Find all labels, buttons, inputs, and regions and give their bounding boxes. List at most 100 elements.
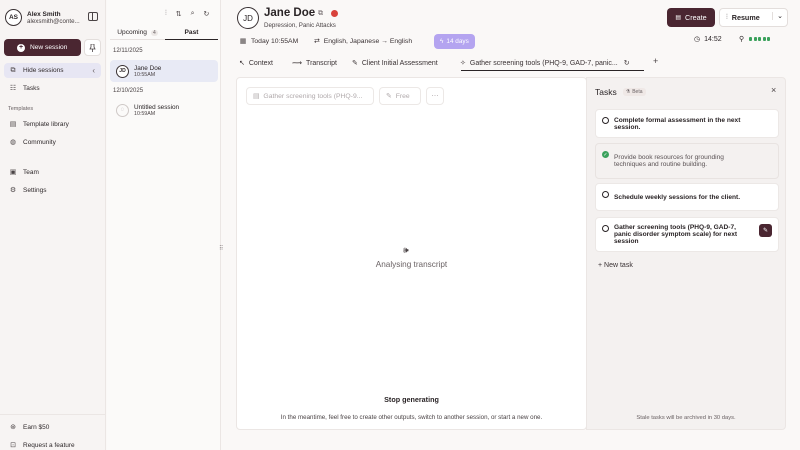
audio-wave-icon: 🕪 <box>403 245 409 255</box>
new-session-button[interactable]: + New session <box>4 39 81 56</box>
session-date-text: Today 10:55AM <box>251 37 299 45</box>
request-feature-link[interactable]: ⊡ Request a feature <box>4 438 101 450</box>
settings-label: Settings <box>23 187 47 194</box>
tab-gather-screening-tools[interactable]: ✧ Gather screening tools (PHQ-9, GAD-7, … <box>460 56 630 70</box>
session-item-untitled[interactable]: ◌ Untitled session 10:59AM <box>110 99 218 121</box>
session-placeholder-icon: ◌ <box>116 103 129 117</box>
community-label: Community <box>23 139 56 146</box>
user-email: alexsmith@conte... <box>27 17 80 25</box>
add-tab-icon[interactable]: + <box>653 56 658 66</box>
tab-context[interactable]: ↖ Context <box>239 56 273 70</box>
new-session-label: New session <box>30 44 68 51</box>
sessions-toolbar: ⫶ ⇅ ⌕ ↻ <box>165 10 209 18</box>
pencil-icon: ✎ <box>386 93 392 100</box>
main-area: JD Jane Doe ⧉ Depression, Panic Attacks … <box>222 0 800 450</box>
record-status-icon[interactable] <box>331 10 338 17</box>
close-icon[interactable]: × <box>771 85 776 95</box>
tab-upcoming[interactable]: Upcoming 4 <box>110 26 165 40</box>
task-item[interactable]: Gather screening tools (PHQ-9, GAD-7, pa… <box>595 217 779 252</box>
days-badge-text: 14 days <box>446 38 469 45</box>
task-text: Complete formal assessment in the next s… <box>614 116 741 131</box>
sidebar-item-template-library[interactable]: ▤ Template library <box>4 117 101 132</box>
context-icon: ↖ <box>239 60 245 67</box>
user-profile[interactable]: AS Alex Smith alexsmith@conte... <box>5 9 80 26</box>
tab-client-assessment-label: Client Initial Assessment <box>361 59 438 67</box>
stop-generating-button[interactable]: Stop generating <box>237 395 586 404</box>
pencil-icon: ✎ <box>352 60 358 67</box>
sort-icon[interactable]: ⇅ <box>176 10 182 18</box>
copy-icon[interactable]: ⧉ <box>318 10 323 18</box>
more-options-button[interactable]: ⋯ <box>426 87 444 105</box>
beta-badge: ⚗ Beta <box>622 88 646 96</box>
task-item[interactable]: Schedule weekly sessions for the client. <box>595 183 779 211</box>
mic-level-meter <box>749 37 771 41</box>
check-circle-icon[interactable]: ✓ <box>602 151 609 158</box>
language-selector[interactable]: ⇄ English, Japanese → English <box>314 37 413 46</box>
library-icon: ▤ <box>9 121 17 128</box>
tasks-label: Tasks <box>23 85 40 92</box>
divider <box>0 414 105 415</box>
task-item[interactable]: Complete formal assessment in the next s… <box>595 109 779 138</box>
tasks-title: Tasks <box>595 87 617 97</box>
template-selector[interactable]: ▤ Gather screening tools (PHQ-9... <box>246 87 374 105</box>
refresh-icon[interactable]: ↻ <box>204 10 210 18</box>
translate-icon: ⇄ <box>314 38 320 45</box>
patient-name: Jane Doe <box>264 7 316 19</box>
pin-button[interactable] <box>84 39 101 56</box>
sidebar-item-tasks[interactable]: ☷ Tasks <box>4 81 101 96</box>
new-task-button[interactable]: + New task <box>598 262 633 269</box>
task-item-completed[interactable]: ✓ Provide book resources for grounding t… <box>595 143 779 179</box>
chevron-left-icon: ‹ <box>92 66 95 75</box>
days-badge[interactable]: ϟ 14 days <box>434 34 475 49</box>
more-icon: ⋯ <box>431 93 439 100</box>
team-icon: ▣ <box>9 169 17 176</box>
task-checkbox[interactable] <box>602 225 609 232</box>
tasks-header: Tasks ⚗ Beta <box>595 87 646 97</box>
microphone-level[interactable]: ⚲ <box>739 35 771 43</box>
tab-screening-label: Gather screening tools (PHQ-9, GAD-7, pa… <box>469 59 618 67</box>
create-button[interactable]: ▤ Create <box>667 8 715 27</box>
session-date: ▦ Today 10:55AM <box>239 37 299 45</box>
generation-hint: In the meantime, feel free to create oth… <box>280 414 543 421</box>
document-icon: ▤ <box>675 15 682 21</box>
tab-transcript[interactable]: ⟿ Transcript <box>292 56 337 70</box>
style-selector[interactable]: ✎ Free <box>379 87 421 105</box>
chevron-down-icon[interactable]: ⌄ <box>772 12 783 20</box>
refresh-icon: ↻ <box>623 60 630 67</box>
patient-avatar: JD <box>237 7 259 29</box>
session-avatar: JD <box>116 64 129 78</box>
tab-past[interactable]: Past <box>165 26 218 40</box>
tab-client-initial-assessment[interactable]: ✎ Client Initial Assessment <box>352 56 438 70</box>
task-action-icon[interactable]: ✎ <box>759 224 772 237</box>
filter-icon[interactable]: ⫶ <box>165 10 167 18</box>
sidebar: AS Alex Smith alexsmith@conte... + New s… <box>0 0 106 450</box>
sidebar-item-community[interactable]: ◍ Community <box>4 135 101 150</box>
gear-icon: ⚙ <box>9 187 17 194</box>
lightbulb-icon: ⊡ <box>10 442 16 449</box>
template-selector-label: Gather screening tools (PHQ-9... <box>263 92 363 100</box>
active-tab-underline <box>461 70 644 71</box>
avatar: AS <box>5 9 22 26</box>
session-time: 10:55AM <box>134 71 156 78</box>
sidebar-toggle-icon[interactable] <box>88 12 98 21</box>
create-label: Create <box>685 13 707 22</box>
task-checkbox[interactable] <box>602 117 609 124</box>
sidebar-item-team[interactable]: ▣ Team <box>4 165 101 180</box>
pin-icon <box>89 43 96 52</box>
earn-link[interactable]: ⊛ Earn $50 <box>4 420 101 435</box>
session-time: 10:59AM <box>134 110 156 117</box>
upcoming-count-badge: 4 <box>150 29 158 36</box>
hide-sessions-label: Hide sessions <box>23 67 64 74</box>
search-icon[interactable]: ⌕ <box>191 10 195 18</box>
task-checkbox[interactable] <box>602 191 609 198</box>
template-library-label: Template library <box>23 121 69 128</box>
session-item-jane-doe[interactable]: JD Jane Doe 10:55AM <box>110 60 218 82</box>
hide-sessions-nav[interactable]: ⧉ Hide sessions ‹ <box>4 63 101 78</box>
sidebar-item-settings[interactable]: ⚙ Settings <box>4 183 101 198</box>
languages-text: English, Japanese → English <box>323 37 413 45</box>
microphone-icon: ⚲ <box>739 36 745 43</box>
resume-button[interactable]: ⫶ Resume ⌄ <box>719 8 788 27</box>
session-date-header: 12/10/2025 <box>113 88 144 94</box>
task-text: Gather screening tools (PHQ-9, GAD-7, pa… <box>614 224 738 245</box>
patient-conditions: Depression, Panic Attacks <box>264 22 336 29</box>
